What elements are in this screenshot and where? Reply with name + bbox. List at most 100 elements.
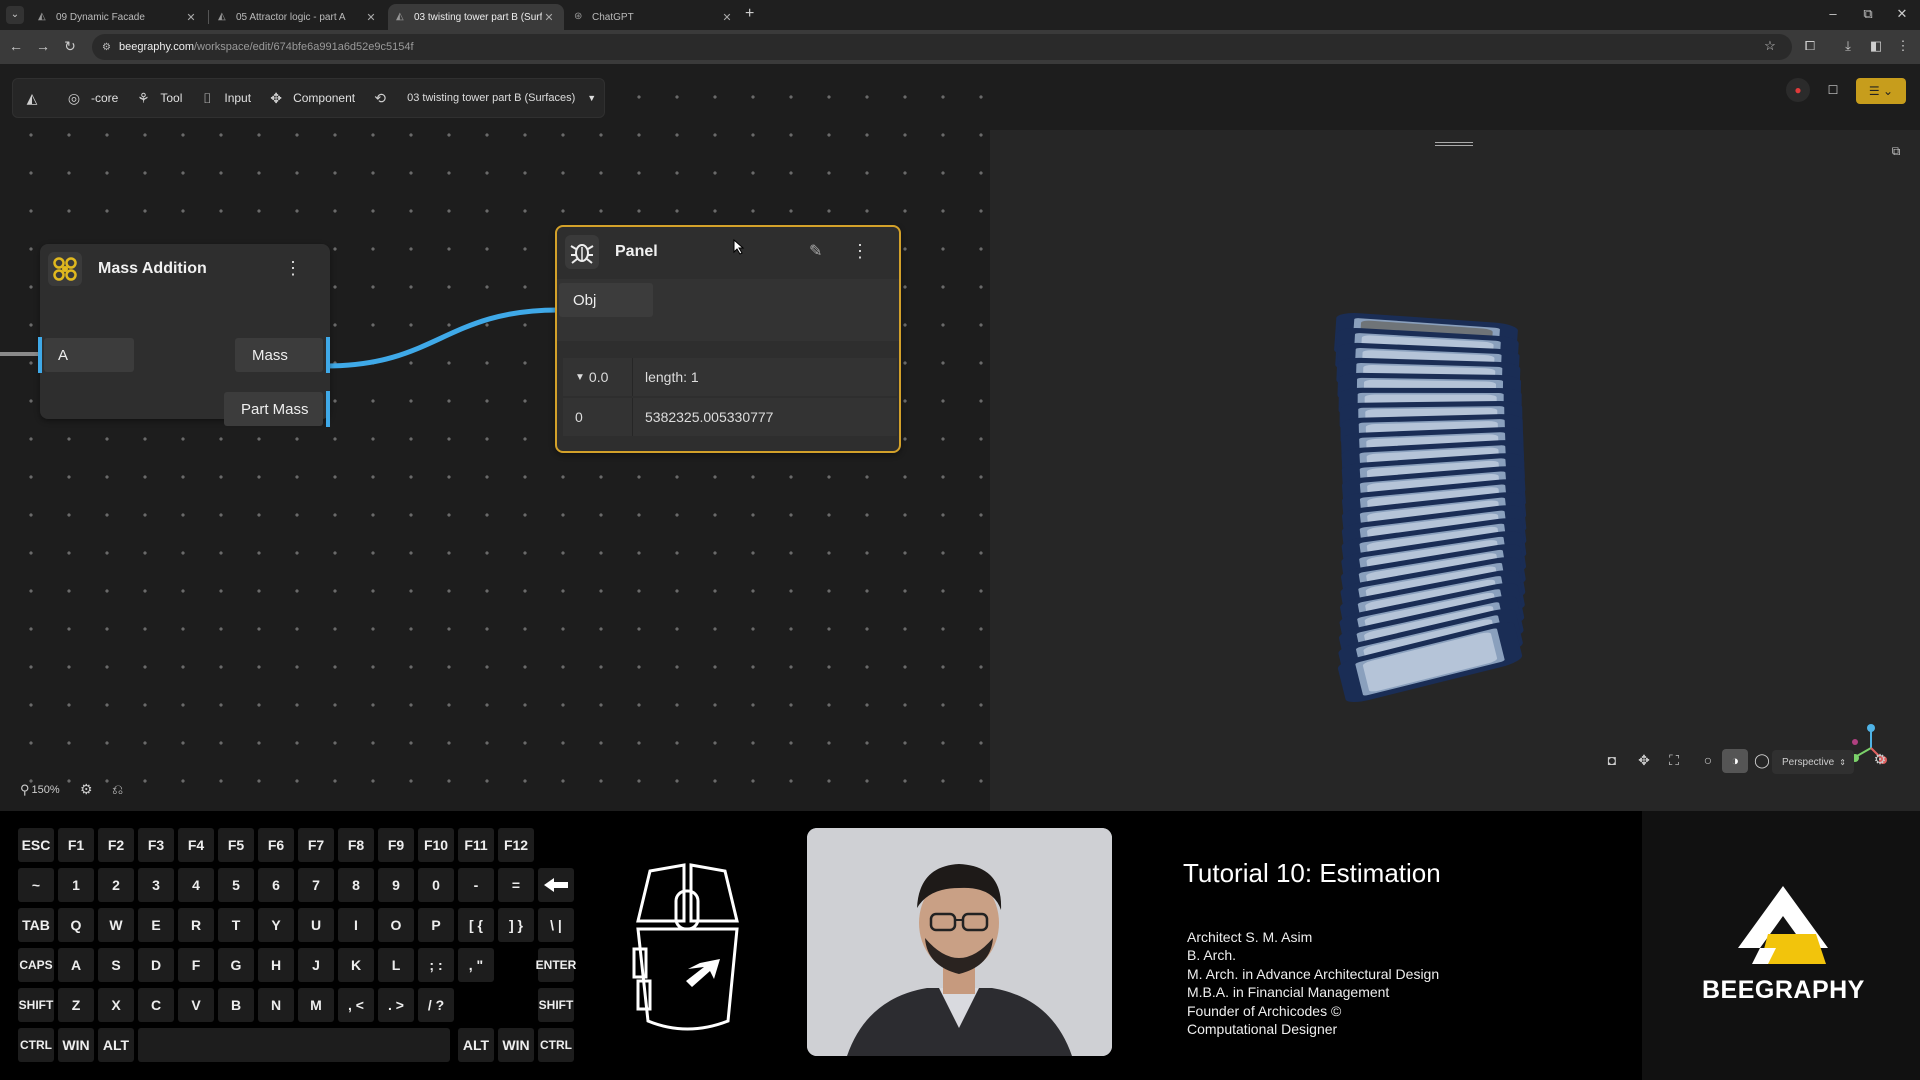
ghost-mode-icon[interactable]: ◯ [1752, 752, 1772, 769]
key-0: 0 [418, 868, 454, 902]
key-shift: SHIFT [538, 988, 574, 1022]
zoom-icon: ⚲ [20, 782, 30, 797]
canvas-reset-icon[interactable]: ⎌ [112, 781, 123, 798]
key-: [ { [458, 908, 494, 942]
key-f5: F5 [218, 828, 254, 862]
key-win: WIN [58, 1028, 94, 1062]
tool-icon: ⚘ [137, 90, 150, 106]
key-esc: ESC [18, 828, 54, 862]
reload-icon[interactable]: ↻ [60, 38, 80, 55]
output-port-mass-marker[interactable] [326, 337, 330, 373]
logo-button[interactable]: ◭ [23, 89, 49, 107]
sliders-icon: ☰ ⌄ [1868, 84, 1894, 98]
project-dropdown[interactable]: 03 twisting tower part B (Surfaces) ▼ [407, 92, 596, 104]
tab-close-icon[interactable]: ✕ [184, 11, 198, 24]
input-port-obj[interactable]: Obj [559, 283, 653, 317]
wireframe-mode-icon[interactable]: ○ [1698, 752, 1718, 768]
minimize-icon[interactable]: – [1823, 6, 1843, 21]
key-caps: CAPS [18, 948, 54, 982]
user-presence-icon[interactable]: ● [1786, 78, 1810, 102]
key-g: G [218, 948, 254, 982]
collapse-caret-icon[interactable]: ▼ [575, 372, 585, 383]
comment-icon[interactable]: ☐ [1821, 78, 1845, 102]
tab-search-chevron-icon[interactable]: ⌄ [6, 6, 24, 24]
viewport-resize-handle[interactable] [1435, 142, 1473, 146]
restore-icon[interactable]: ⧉ [1858, 6, 1878, 22]
node-menu-icon[interactable]: ⋮ [851, 241, 869, 262]
profile-icon[interactable]: ◧ [1866, 38, 1886, 54]
fit-view-icon[interactable]: ⛶ [1664, 752, 1684, 769]
camera-icon[interactable]: ◘ [1602, 752, 1622, 768]
mass-addition-node[interactable]: Mass Addition ⋮ A Mass Part Mass [38, 244, 330, 427]
presenter-image [807, 828, 1112, 1056]
tab-dynamic-facade[interactable]: ◭ 09 Dynamic Facade ✕ [30, 4, 206, 30]
key-x: X [98, 988, 134, 1022]
project-switch[interactable]: ⟲ [371, 89, 397, 107]
input-port-a-marker[interactable] [38, 337, 42, 373]
viewport-settings-icon[interactable]: ⚙ [1870, 751, 1890, 768]
credit-line: B. Arch. [1187, 947, 1237, 963]
panel-node[interactable]: Panel ✎ ⋮ Obj ▼ 0.0 length: 1 0 5382325.0… [555, 225, 901, 453]
key-o: O [378, 908, 414, 942]
3d-viewport[interactable]: ⧉ ◘ ✥ ⛶ ○ ◑ ◯ Perspective ⇕ ⚙ [990, 130, 1920, 811]
node-title: Mass Addition [98, 260, 207, 277]
component-menu[interactable]: ✥ Component [267, 89, 355, 107]
key-b: B [218, 988, 254, 1022]
output-port-part-mass-marker[interactable] [326, 391, 330, 427]
bookmark-star-icon[interactable]: ☆ [1760, 38, 1780, 54]
backspace-arrow-icon [538, 868, 574, 902]
credit-line: M.B.A. in Financial Management [1187, 984, 1390, 1000]
key-f2: F2 [98, 828, 134, 862]
tab-close-icon[interactable]: ✕ [364, 11, 378, 24]
settings-toggle-button[interactable]: ☰ ⌄ [1856, 78, 1906, 104]
tab-attractor-logic[interactable]: ◭ 05 Attractor logic - part A ✕ [210, 4, 386, 30]
key-tab: TAB [18, 908, 54, 942]
node-menu-icon[interactable]: ⋮ [284, 258, 302, 279]
tool-menu[interactable]: ⚘ Tool [134, 89, 182, 107]
key-c: C [138, 988, 174, 1022]
input-menu[interactable]: ⌷ Input [198, 89, 251, 107]
forward-icon[interactable]: → [33, 38, 53, 54]
url-field[interactable]: ⚙ beegraphy.com/workspace/edit/674bfe6a9… [92, 34, 1792, 60]
viewport-expand-icon[interactable]: ⧉ [1886, 144, 1906, 159]
input-port-a[interactable]: A [44, 338, 134, 372]
site-info-icon[interactable]: ⚙ [102, 42, 111, 53]
credit-line: Founder of Archicodes © [1187, 1003, 1342, 1019]
tab-chatgpt[interactable]: ⊛ ChatGPT ✕ [566, 4, 742, 30]
key-: ] } [498, 908, 534, 942]
browser-menu-icon[interactable]: ⋮ [1893, 38, 1913, 54]
node-canvas[interactable]: ◭ ◎ -core ⚘ Tool ⌷ Input ✥ Component ⟲ 0… [0, 64, 990, 811]
key-f7: F7 [298, 828, 334, 862]
extensions-icon[interactable]: ⧠ [1800, 38, 1820, 54]
core-menu[interactable]: ◎ -core [65, 89, 118, 107]
canvas-settings-icon[interactable]: ⚙ [80, 781, 93, 798]
output-port-mass[interactable]: Mass [235, 338, 323, 372]
close-window-icon[interactable]: ✕ [1892, 6, 1912, 22]
key-d: D [138, 948, 174, 982]
back-icon[interactable]: ← [6, 38, 26, 54]
camera-mode-select[interactable]: Perspective ⇕ [1772, 750, 1854, 774]
shaded-mode-icon[interactable]: ◑ [1722, 749, 1748, 773]
tab-close-icon[interactable]: ✕ [720, 11, 734, 24]
edit-pencil-icon[interactable]: ✎ [809, 241, 822, 261]
key-ctrl: CTRL [538, 1028, 574, 1062]
orbit-icon[interactable]: ✥ [1634, 752, 1654, 769]
key-f9: F9 [378, 828, 414, 862]
output-port-part-mass[interactable]: Part Mass [224, 392, 323, 426]
zoom-control[interactable]: ⚲ 150% [20, 782, 60, 798]
wire-mass-to-obj[interactable] [326, 304, 558, 384]
tab-close-icon[interactable]: ✕ [542, 11, 556, 24]
key-p: P [418, 908, 454, 942]
twisting-tower-model[interactable] [1320, 310, 1540, 710]
tutorial-title: Tutorial 10: Estimation [1183, 858, 1441, 888]
key-ctrl: CTRL [18, 1028, 54, 1062]
key-f3: F3 [138, 828, 174, 862]
new-tab-icon[interactable]: + [745, 5, 754, 23]
beegraphy-workspace: ◭ ◎ -core ⚘ Tool ⌷ Input ✥ Component ⟲ 0… [0, 64, 1920, 811]
key-: . > [378, 988, 414, 1022]
credit-line: M. Arch. in Advance Architectural Design [1187, 966, 1440, 982]
download-icon[interactable]: ⤓ [1838, 38, 1858, 54]
key-shift: SHIFT [18, 988, 54, 1022]
tab-twisting-tower[interactable]: ◭ 03 twisting tower part B (Surfac ✕ [388, 4, 564, 30]
panel-row: 0 5382325.005330777 [563, 398, 897, 436]
